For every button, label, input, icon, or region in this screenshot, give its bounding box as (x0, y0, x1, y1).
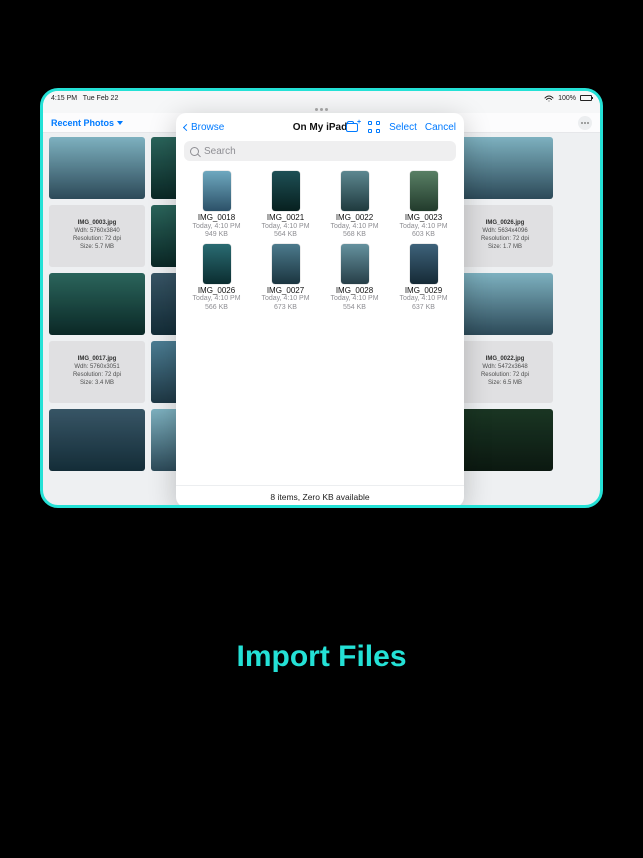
photo-meta: Wdh: 5472x3648 (482, 364, 527, 372)
chevron-left-icon (183, 123, 190, 130)
status-bar: 4:15 PM Tue Feb 22 100% (43, 91, 600, 105)
cancel-button[interactable]: Cancel (425, 122, 456, 133)
photo-info-card[interactable]: IMG_0003.jpg Wdh: 5760x3840 Resolution: … (49, 205, 145, 267)
file-size: 554 KB (343, 304, 366, 312)
photo-thumb[interactable] (49, 273, 145, 335)
file-date: Today, 4:10 PM (192, 223, 240, 231)
file-thumb (341, 171, 369, 211)
status-time: 4:15 PM (51, 95, 77, 102)
file-date: Today, 4:10 PM (399, 223, 447, 231)
status-date: Tue Feb 22 (83, 95, 119, 102)
photo-info-card[interactable]: IMG_0026.jpg Wdh: 5634x4096 Resolution: … (457, 205, 553, 267)
file-item[interactable]: IMG_0029Today, 4:10 PM637 KB (393, 244, 454, 313)
photo-meta: Wdh: 5760x3840 (74, 228, 119, 236)
file-item[interactable]: IMG_0027Today, 4:10 PM673 KB (255, 244, 316, 313)
file-date: Today, 4:10 PM (330, 223, 378, 231)
picker-footer: 8 items, Zero KB available (176, 485, 464, 507)
photo-thumb[interactable] (457, 273, 553, 335)
file-item[interactable]: IMG_0023Today, 4:10 PM603 KB (393, 171, 454, 240)
photo-filename: IMG_0022.jpg (486, 356, 525, 364)
photo-thumb[interactable] (49, 137, 145, 199)
file-date: Today, 4:10 PM (261, 295, 309, 303)
photo-info-card[interactable]: IMG_0022.jpg Wdh: 5472x3648 Resolution: … (457, 341, 553, 403)
photo-thumb[interactable] (457, 137, 553, 199)
file-item[interactable]: IMG_0021Today, 4:10 PM564 KB (255, 171, 316, 240)
file-size: 949 KB (205, 231, 228, 239)
search-input[interactable]: Search (184, 141, 456, 161)
picker-header: Browse On My iPad Select Cancel (176, 113, 464, 141)
file-name: IMG_0018 (198, 214, 235, 223)
file-thumb (410, 171, 438, 211)
photo-info-card[interactable]: IMG_0017.jpg Wdh: 5760x3051 Resolution: … (49, 341, 145, 403)
file-item[interactable]: IMG_0022Today, 4:10 PM568 KB (324, 171, 385, 240)
file-size: 566 KB (205, 304, 228, 312)
file-thumb (272, 244, 300, 284)
back-label: Browse (191, 122, 224, 133)
photo-meta: Size: 5.7 MB (80, 244, 114, 252)
photo-thumb[interactable] (457, 409, 553, 471)
file-thumb (341, 244, 369, 284)
file-name: IMG_0022 (336, 214, 373, 223)
photo-meta: Resolution: 72 dpi (73, 372, 121, 380)
wifi-icon (544, 95, 554, 102)
battery-icon (580, 95, 592, 101)
new-folder-button[interactable] (345, 120, 359, 134)
file-picker-panel: Browse On My iPad Select Cancel Search I… (176, 113, 464, 507)
file-date: Today, 4:10 PM (399, 295, 447, 303)
select-button[interactable]: Select (389, 122, 417, 133)
photo-thumb[interactable] (49, 409, 145, 471)
file-size: 637 KB (412, 304, 435, 312)
photo-filename: IMG_0026.jpg (486, 220, 525, 228)
file-date: Today, 4:10 PM (261, 223, 309, 231)
file-grid: IMG_0018Today, 4:10 PM949 KBIMG_0021Toda… (176, 167, 464, 485)
photo-meta: Resolution: 72 dpi (481, 372, 529, 380)
file-name: IMG_0029 (405, 287, 442, 296)
file-item[interactable]: IMG_0018Today, 4:10 PM949 KB (186, 171, 247, 240)
photo-meta: Resolution: 72 dpi (481, 236, 529, 244)
file-name: IMG_0023 (405, 214, 442, 223)
photo-meta: Resolution: 72 dpi (73, 236, 121, 244)
file-date: Today, 4:10 PM (192, 295, 240, 303)
grid-icon (368, 121, 380, 133)
search-icon (190, 147, 199, 156)
photo-meta: Wdh: 5634x4096 (482, 228, 527, 236)
folder-plus-icon (346, 123, 358, 132)
photo-meta: Size: 3.4 MB (80, 380, 114, 388)
file-name: IMG_0028 (336, 287, 373, 296)
recent-photos-label: Recent Photos (51, 118, 114, 128)
photo-filename: IMG_0017.jpg (78, 356, 117, 364)
photo-meta: Wdh: 5760x3051 (74, 364, 119, 372)
recent-photos-dropdown[interactable]: Recent Photos (51, 118, 123, 128)
search-placeholder: Search (204, 146, 236, 157)
file-thumb (203, 171, 231, 211)
back-button[interactable]: Browse (184, 122, 224, 133)
file-name: IMG_0027 (267, 287, 304, 296)
file-name: IMG_0021 (267, 214, 304, 223)
file-date: Today, 4:10 PM (330, 295, 378, 303)
file-thumb (203, 244, 231, 284)
file-item[interactable]: IMG_0028Today, 4:10 PM554 KB (324, 244, 385, 313)
file-thumb (410, 244, 438, 284)
chevron-down-icon (117, 121, 123, 125)
battery-label: 100% (558, 95, 576, 102)
file-size: 603 KB (412, 231, 435, 239)
file-size: 564 KB (274, 231, 297, 239)
photo-filename: IMG_0003.jpg (78, 220, 117, 228)
file-size: 568 KB (343, 231, 366, 239)
view-mode-button[interactable] (367, 120, 381, 134)
file-name: IMG_0026 (198, 287, 235, 296)
more-menu-button[interactable] (578, 116, 592, 130)
marketing-caption: Import Files (0, 640, 643, 674)
device-frame: 4:15 PM Tue Feb 22 100% Recent Photos (40, 88, 603, 508)
photo-meta: Size: 1.7 MB (488, 244, 522, 252)
photo-meta: Size: 6.5 MB (488, 380, 522, 388)
file-size: 673 KB (274, 304, 297, 312)
file-thumb (272, 171, 300, 211)
multitask-grabber[interactable] (43, 105, 600, 113)
file-item[interactable]: IMG_0026Today, 4:10 PM566 KB (186, 244, 247, 313)
